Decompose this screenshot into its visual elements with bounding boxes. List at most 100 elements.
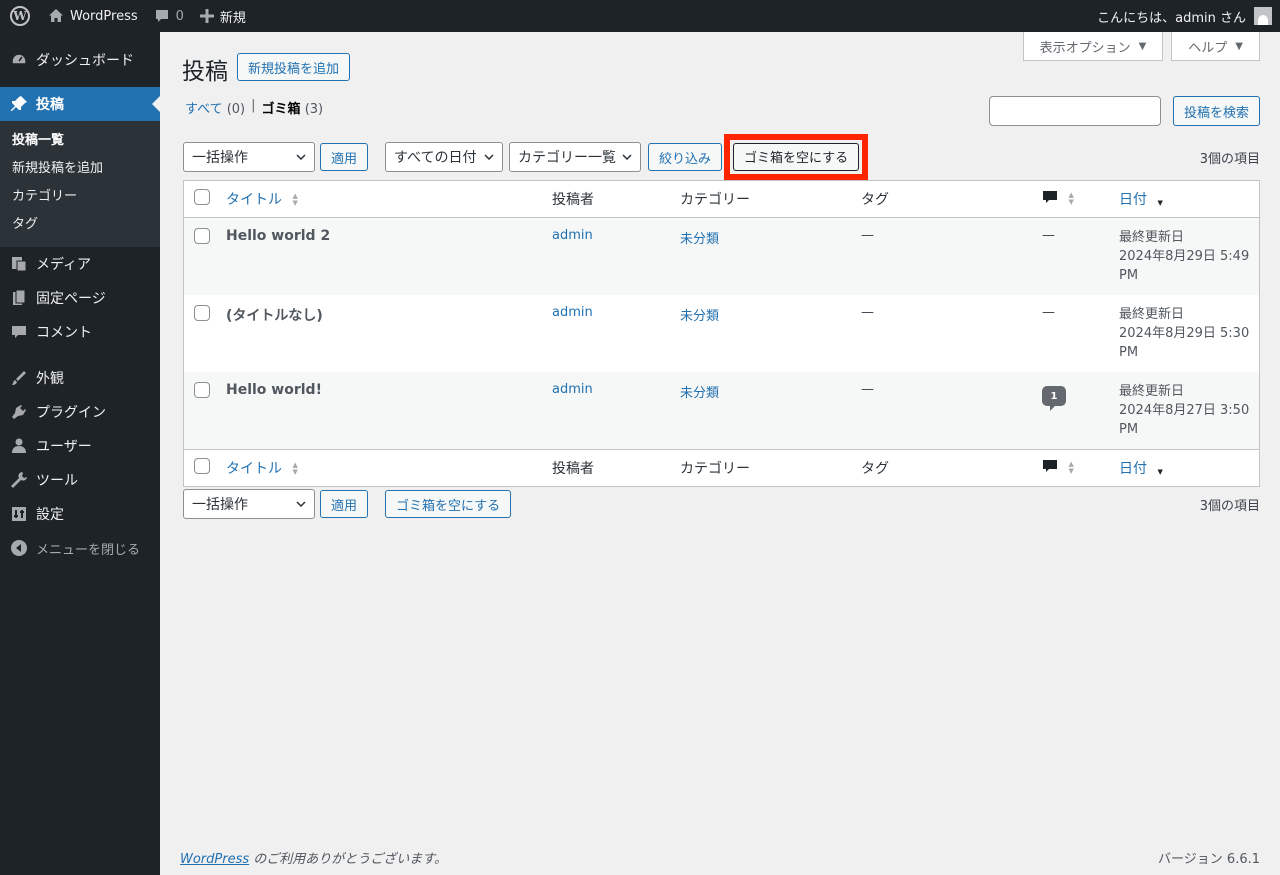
- row-checkbox[interactable]: [194, 382, 210, 398]
- sidebar-item-plugins[interactable]: プラグイン: [0, 395, 160, 429]
- apply-bulk-button-bottom[interactable]: 適用: [320, 490, 369, 518]
- wp-logo-menu[interactable]: W: [0, 0, 40, 32]
- post-category-link[interactable]: 未分類: [680, 232, 719, 247]
- sidebar-item-label: ユーザー: [36, 439, 92, 455]
- view-trash-link[interactable]: ゴミ箱: [262, 102, 301, 117]
- site-name-link[interactable]: WordPress: [40, 0, 146, 32]
- submenu-categories[interactable]: カテゴリー: [0, 183, 160, 211]
- wordpress-link[interactable]: WordPress: [180, 852, 249, 867]
- category-filter-select[interactable]: カテゴリー一覧: [509, 142, 642, 172]
- post-category-link[interactable]: 未分類: [680, 309, 719, 324]
- bulk-action-value: 一括操作: [192, 497, 248, 513]
- row-checkbox[interactable]: [194, 305, 210, 321]
- apply-bulk-button[interactable]: 適用: [320, 143, 369, 171]
- sort-desc-icon: ▲ ▼: [1157, 461, 1163, 476]
- column-categories: カテゴリー: [680, 192, 750, 208]
- table-row: Hello world 2 admin 未分類 — — 最終更新日 2024年8…: [183, 217, 1260, 296]
- column-title-link[interactable]: タイトル: [226, 461, 282, 477]
- sort-desc-icon: ▲ ▼: [1157, 192, 1163, 207]
- submenu-tags[interactable]: タグ: [0, 211, 160, 239]
- post-author-link[interactable]: admin: [552, 228, 593, 243]
- comment-bubble-icon: [1042, 458, 1058, 478]
- admin-menu: ダッシュボード 投稿 投稿一覧 新規投稿を追加 カテゴリー タグ メディア 固定…: [0, 32, 160, 875]
- post-author-link[interactable]: admin: [552, 305, 593, 320]
- screen-options-label: 表示オプション: [1039, 40, 1131, 56]
- bulk-action-select-bottom[interactable]: 一括操作: [183, 489, 315, 519]
- post-category-link[interactable]: 未分類: [680, 386, 719, 401]
- table-row: (タイトルなし) admin 未分類 — — 最終更新日 2024年8月29日 …: [184, 295, 1260, 372]
- sidebar-item-label: ダッシュボード: [36, 53, 134, 69]
- help-button[interactable]: ヘルプ ▼: [1171, 32, 1260, 61]
- post-date: 2024年8月27日 3:50 PM: [1119, 403, 1250, 437]
- column-comments-footer[interactable]: ▲ ▼: [1034, 450, 1111, 487]
- sort-arrows-icon: ▲ ▼: [292, 192, 298, 207]
- filter-button[interactable]: 絞り込み: [648, 143, 723, 171]
- column-date-link[interactable]: 日付: [1119, 192, 1147, 208]
- sort-arrows-icon: ▲ ▼: [1068, 460, 1074, 475]
- row-select-cell: [184, 218, 219, 296]
- collapse-menu-label: メニューを閉じる: [36, 542, 141, 558]
- plus-icon: [199, 9, 214, 23]
- post-author-link[interactable]: admin: [552, 382, 593, 397]
- bulk-action-select[interactable]: 一括操作: [183, 142, 315, 172]
- settings-icon: [10, 505, 28, 523]
- search-posts-button[interactable]: 投稿を検索: [1172, 96, 1260, 126]
- sidebar-item-label: 外観: [36, 371, 64, 387]
- submenu-add-new-post[interactable]: 新規投稿を追加: [0, 155, 160, 183]
- select-all-checkbox-bottom[interactable]: [194, 458, 210, 474]
- footer-thanks: WordPress のご利用ありがとうございます。: [180, 848, 447, 867]
- sidebar-item-media[interactable]: メディア: [0, 247, 160, 281]
- column-date-footer[interactable]: 日付 ▲ ▼: [1111, 450, 1260, 487]
- screen-options-button[interactable]: 表示オプション ▼: [1022, 32, 1164, 61]
- sidebar-item-label: 固定ページ: [36, 291, 106, 307]
- sidebar-item-tools[interactable]: ツール: [0, 463, 160, 497]
- column-date[interactable]: 日付 ▲ ▼: [1111, 181, 1260, 218]
- date-filter-select[interactable]: すべての日付: [385, 142, 504, 172]
- chevron-down-icon: [296, 152, 306, 163]
- column-tags-footer: タグ: [861, 461, 889, 477]
- category-filter-value: カテゴリー一覧: [518, 150, 617, 166]
- posts-table: タイトル ▲ ▼ 投稿者 カテゴリー タグ ▲ ▼ 日付 ▲ ▼ Hello w…: [183, 180, 1260, 487]
- home-icon: [48, 8, 64, 24]
- empty-trash-highlight: ゴミ箱を空にする: [724, 133, 869, 180]
- post-search-input[interactable]: [988, 96, 1161, 126]
- new-content-menu[interactable]: 新規: [192, 0, 254, 32]
- column-title-footer[interactable]: タイトル ▲ ▼: [218, 450, 544, 487]
- sidebar-item-users[interactable]: ユーザー: [0, 429, 160, 463]
- sidebar-item-comments[interactable]: コメント: [0, 315, 160, 349]
- sidebar-item-posts[interactable]: 投稿: [0, 87, 160, 121]
- comment-icon: [154, 8, 170, 24]
- sidebar-item-pages[interactable]: 固定ページ: [0, 281, 160, 315]
- page-icon: [10, 289, 28, 307]
- column-title-link[interactable]: タイトル: [226, 192, 282, 208]
- post-comments: —: [1042, 228, 1055, 243]
- sidebar-item-dashboard[interactable]: ダッシュボード: [0, 43, 160, 77]
- empty-trash-button-bottom[interactable]: ゴミ箱を空にする: [385, 490, 512, 518]
- comments-link[interactable]: 0: [146, 0, 192, 32]
- empty-trash-button[interactable]: ゴミ箱を空にする: [733, 142, 860, 171]
- add-new-post-button[interactable]: 新規投稿を追加: [237, 53, 351, 81]
- chevron-down-icon: [296, 499, 306, 510]
- sidebar-item-appearance[interactable]: 外観: [0, 361, 160, 395]
- column-categories-footer: カテゴリー: [680, 461, 750, 477]
- view-separator: |: [251, 98, 256, 113]
- media-icon: [10, 255, 28, 273]
- submenu-all-posts[interactable]: 投稿一覧: [0, 127, 160, 155]
- tablenav-top: 一括操作 適用 すべての日付 カテゴリー一覧 絞り込み ゴミ箱を空にする 3個の…: [183, 133, 1260, 180]
- column-comments[interactable]: ▲ ▼: [1034, 181, 1111, 218]
- my-account-menu[interactable]: こんにちは、admin さん: [1097, 0, 1272, 32]
- sidebar-item-settings[interactable]: 設定: [0, 497, 160, 531]
- admin-bar: W WordPress 0 新規 こんにちは、admin さん: [0, 0, 1280, 32]
- column-author: 投稿者: [552, 192, 594, 208]
- column-author-footer: 投稿者: [552, 461, 594, 477]
- sort-arrows-icon: ▲ ▼: [1068, 191, 1074, 206]
- column-date-link[interactable]: 日付: [1119, 461, 1147, 477]
- comment-count-badge[interactable]: 1: [1042, 386, 1066, 411]
- select-all-checkbox[interactable]: [194, 189, 210, 205]
- column-title[interactable]: タイトル ▲ ▼: [218, 181, 544, 218]
- collapse-menu-button[interactable]: メニューを閉じる: [0, 531, 160, 565]
- comments-count: 0: [175, 8, 184, 24]
- row-checkbox[interactable]: [194, 228, 210, 244]
- view-all-link[interactable]: すべて: [185, 102, 223, 117]
- help-label: ヘルプ: [1188, 40, 1228, 56]
